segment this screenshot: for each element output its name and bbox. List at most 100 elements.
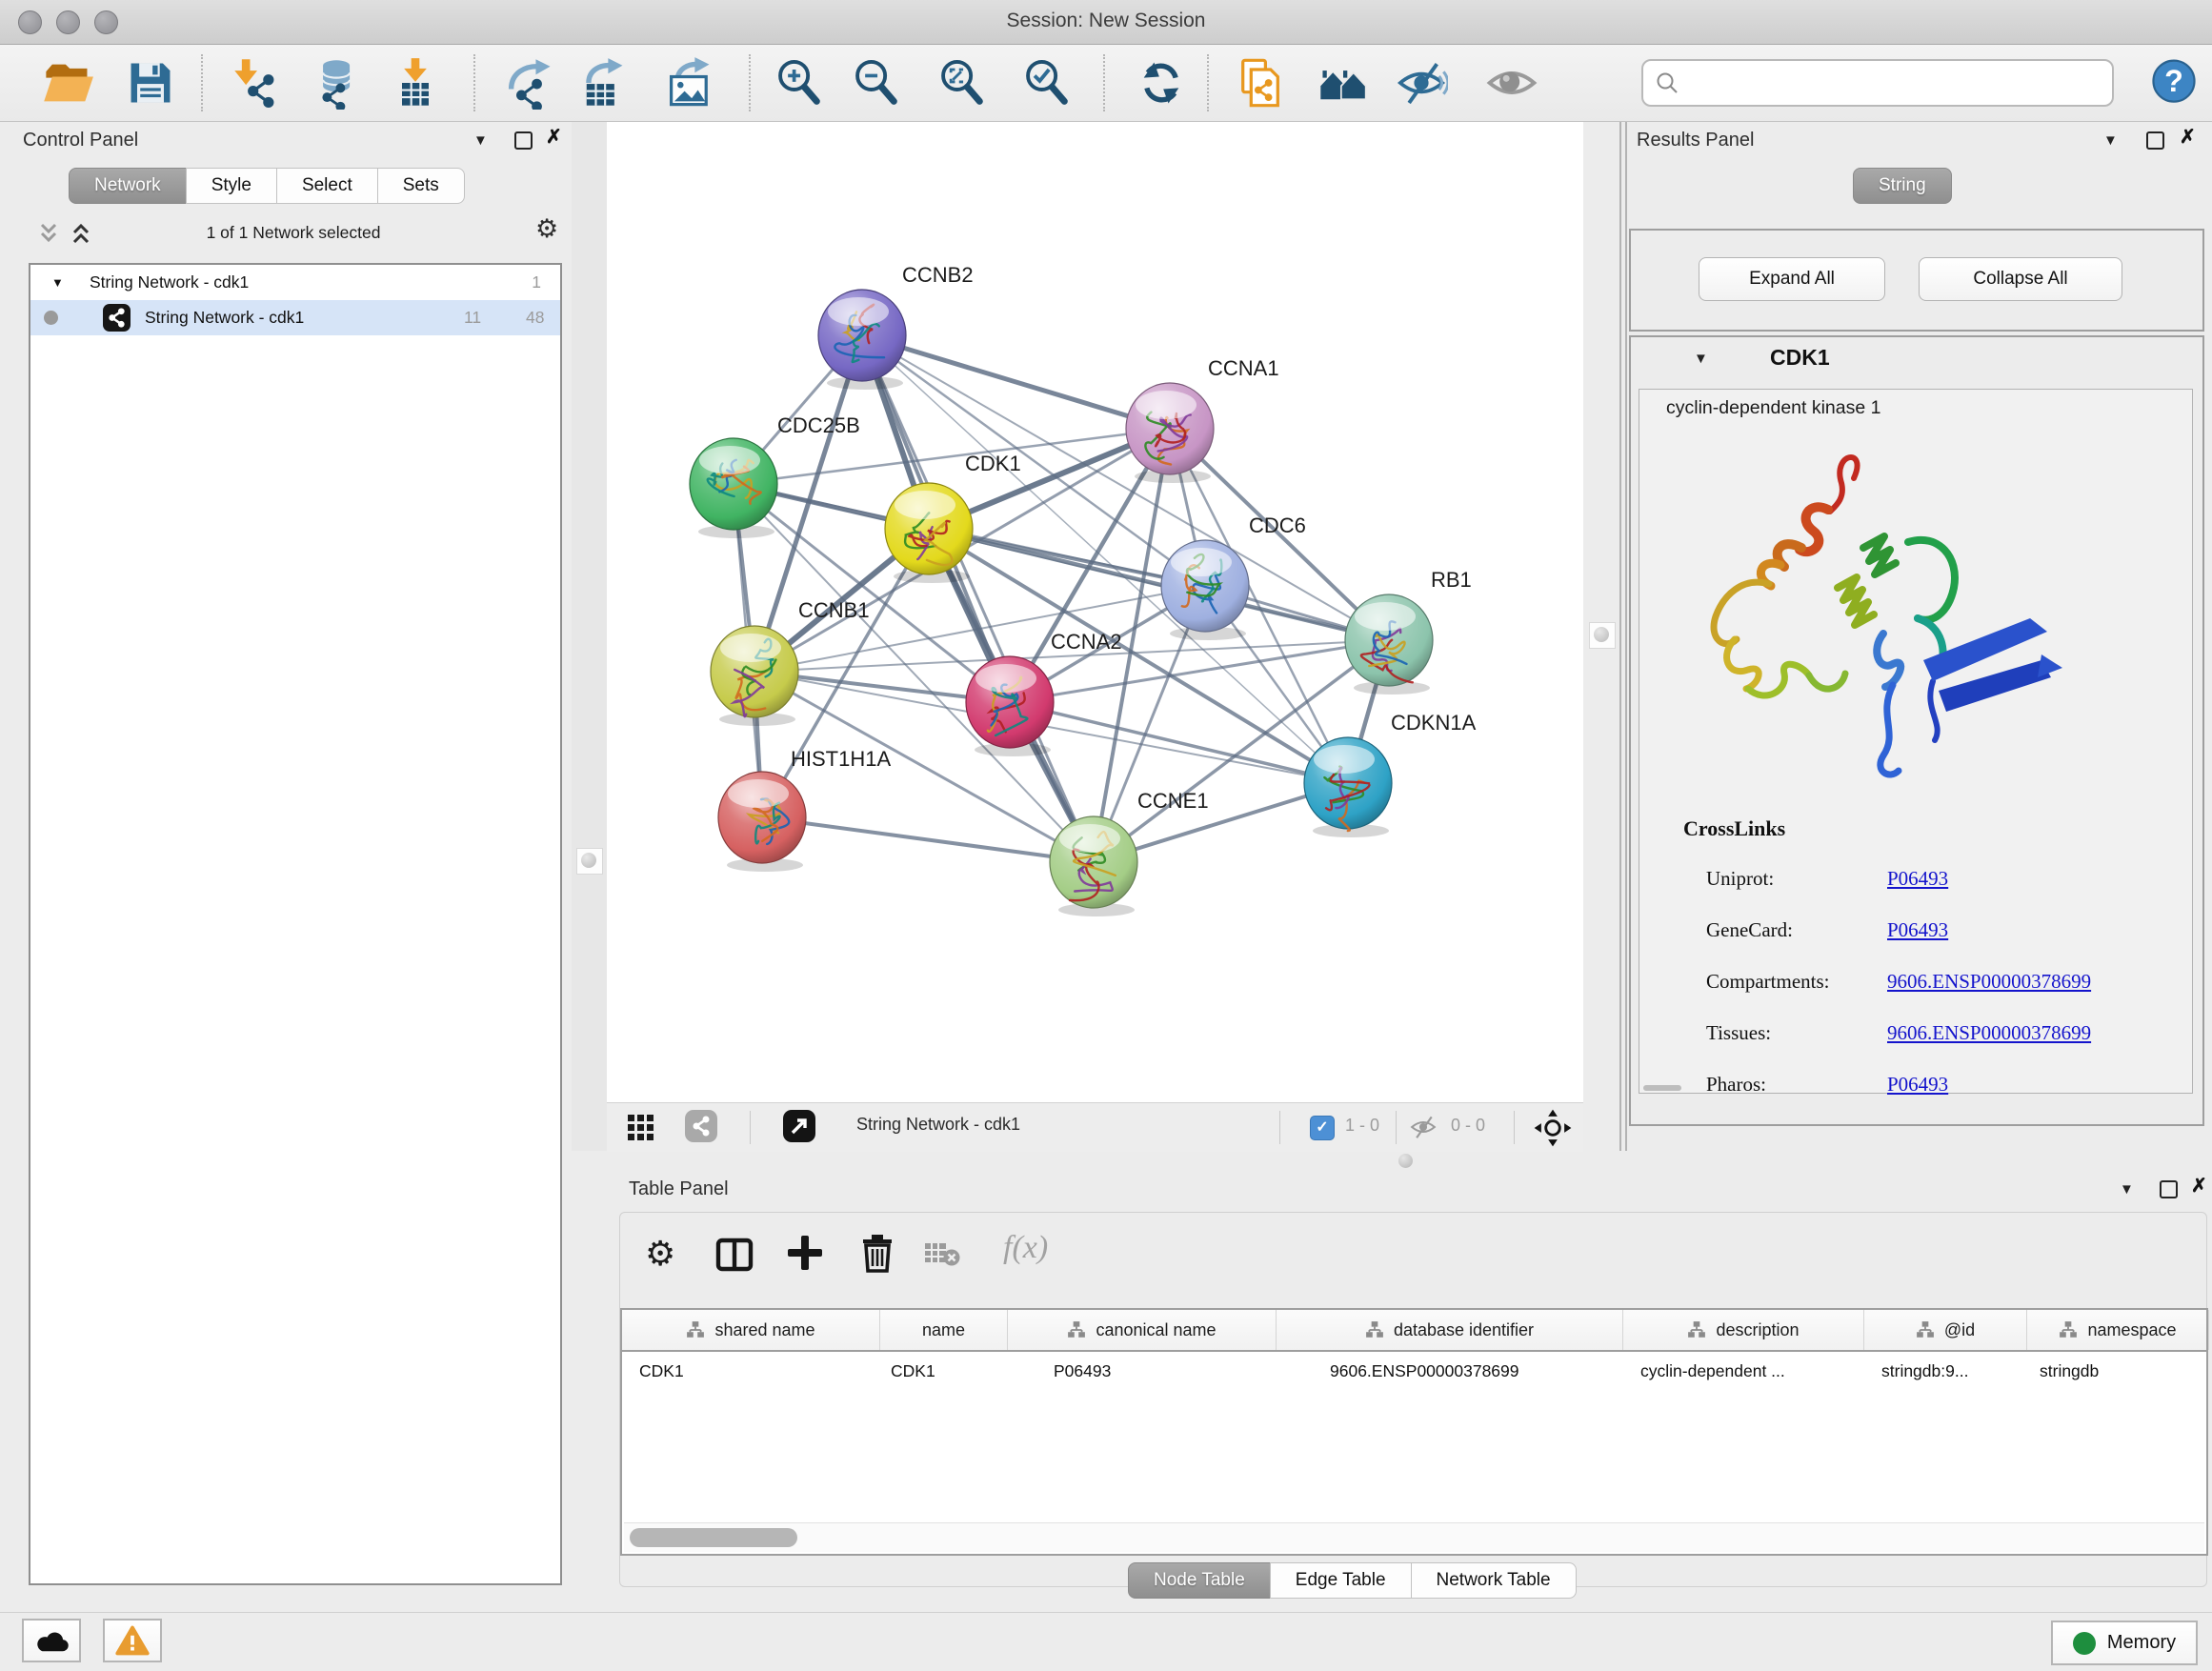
network-node-CCNB2[interactable]: CCNB2 [818,263,974,390]
tab-edge-table[interactable]: Edge Table [1270,1562,1412,1599]
left-splitter[interactable] [572,122,607,1151]
crosslink-value-link[interactable]: P06493 [1887,1073,1948,1096]
birds-eye-view-button[interactable] [1533,1108,1573,1153]
table-panel-maximize-button[interactable] [2160,1180,2178,1198]
collapse-all-networks-button[interactable] [36,219,61,252]
column-header-name[interactable]: name [880,1310,1008,1350]
network-view-canvas[interactable]: CCNB2CCNA1CDC25BCDK1CDC6RB1CCNB1CCNA2CDK… [607,122,1584,1102]
save-session-button[interactable] [124,56,177,110]
column-header-canonical-name[interactable]: canonical name [1008,1310,1277,1350]
string-network-graph[interactable]: CCNB2CCNA1CDC25BCDK1CDC6RB1CCNB1CCNA2CDK… [607,122,1583,1102]
export-network-button[interactable] [503,56,556,110]
tab-string[interactable]: String [1853,168,1952,204]
help-button[interactable]: ? [2147,52,2201,106]
crosslink-value-link[interactable]: P06493 [1887,867,1948,890]
table-hscrollbar[interactable] [624,1522,2204,1552]
expand-all-button[interactable]: Expand All [1699,257,1885,301]
network-node-CDK1[interactable]: CDK1 [885,452,1021,583]
network-row[interactable]: String Network - cdk1 11 48 [30,300,560,335]
results-hscrollbar-thumb[interactable] [1643,1085,1681,1091]
import-table-button[interactable] [389,56,442,110]
table-cell[interactable]: stringdb [2021,1352,2202,1390]
results-panel-maximize-button[interactable] [2146,131,2164,150]
column-header-namespace[interactable]: namespace [2027,1310,2209,1350]
grid-view-button[interactable] [626,1113,654,1146]
tab-node-table[interactable]: Node Table [1128,1562,1271,1599]
memory-button[interactable]: Memory [2051,1621,2198,1665]
collapse-all-button[interactable]: Collapse All [1919,257,2122,301]
expand-all-networks-button[interactable] [69,219,93,252]
show-graphics-button[interactable] [1485,56,1538,110]
network-node-CCNA1[interactable]: CCNA1 [1126,356,1279,483]
table-cell[interactable]: cyclin-dependent ... [1619,1352,1860,1390]
tab-network[interactable]: Network [69,168,187,204]
toolbar-search-field[interactable] [1641,59,2114,107]
zoom-fit-button[interactable] [935,56,989,110]
table-panel-close-button[interactable]: ✗ [2191,1178,2207,1194]
network-edge[interactable] [762,817,1094,862]
show-columns-button[interactable] [714,1234,755,1280]
crosslink-value-link[interactable]: P06493 [1887,918,1948,941]
network-node-CCNE1[interactable]: CCNE1 [1050,789,1209,916]
clone-network-button[interactable] [1234,56,1287,110]
network-node-CDC25B[interactable]: CDC25B [690,413,860,538]
network-collection-row[interactable]: ▼ String Network - cdk1 1 [30,265,560,300]
tab-style[interactable]: Style [186,168,277,204]
hide-unhide-button[interactable] [1395,56,1448,110]
zoom-selected-button[interactable] [1020,56,1074,110]
column-header-shared-name[interactable]: shared name [622,1310,880,1350]
network-edge[interactable] [862,335,1170,429]
network-node-CDC6[interactable]: CDC6 [1161,513,1306,640]
table-hscrollbar-thumb[interactable] [630,1528,797,1547]
delete-table-button-disabled[interactable] [923,1239,961,1273]
zoom-out-button[interactable] [850,56,903,110]
table-options-gear-icon[interactable]: ⚙ [645,1234,675,1274]
import-network-from-database-button[interactable] [309,56,362,110]
table-row[interactable]: CDK1CDK1P064939606.ENSP00000378699cyclin… [622,1352,2206,1390]
column-header-description[interactable]: description [1623,1310,1864,1350]
gene-collapse-triangle-icon[interactable]: ▼ [1694,351,1708,367]
left-splitter-handle[interactable] [576,848,603,875]
tab-sets[interactable]: Sets [377,168,465,204]
table-cell[interactable]: 9606.ENSP00000378699 [1274,1352,1619,1390]
open-in-browser-button[interactable] [783,1110,815,1142]
right-splitter-handle[interactable] [1589,622,1616,649]
results-panel-float-button[interactable]: ▼ [2103,133,2118,149]
column-header--id[interactable]: @id [1864,1310,2027,1350]
table-cell[interactable]: CDK1 [879,1352,1006,1390]
crosslink-value-link[interactable]: 9606.ENSP00000378699 [1887,970,2091,993]
control-panel-maximize-button[interactable] [514,131,533,150]
horizontal-splitter-handle[interactable] [1398,1154,1413,1168]
network-type-button[interactable] [685,1110,717,1142]
results-panel-close-button[interactable]: ✗ [2180,130,2196,145]
network-node-CDKN1A[interactable]: CDKN1A [1304,711,1477,837]
network-edge[interactable] [862,335,1094,862]
network-options-gear-icon[interactable]: ⚙ [535,214,558,244]
tab-select[interactable]: Select [276,168,378,204]
collection-expand-triangle-icon[interactable]: ▼ [51,265,64,300]
control-panel-close-button[interactable]: ✗ [546,130,562,145]
create-column-button[interactable] [784,1232,826,1278]
search-input[interactable] [1685,65,2099,99]
table-cell[interactable]: stringdb:9... [1860,1352,2021,1390]
tab-network-table[interactable]: Network Table [1411,1562,1577,1599]
refresh-view-button[interactable] [1135,56,1188,110]
table-cell[interactable]: P06493 [1006,1352,1274,1390]
table-cell[interactable]: CDK1 [622,1352,879,1390]
network-node-CCNB1[interactable]: CCNB1 [711,598,870,726]
home-string-button[interactable] [1317,56,1370,110]
crosslink-value-link[interactable]: 9606.ENSP00000378699 [1887,1021,2091,1044]
table-panel-float-button[interactable]: ▼ [2120,1182,2134,1198]
column-header-database-identifier[interactable]: database identifier [1277,1310,1623,1350]
cloud-status-button[interactable] [22,1619,81,1662]
network-node-HIST1H1A[interactable]: HIST1H1A [718,747,891,872]
delete-column-button[interactable] [856,1232,898,1278]
export-table-button[interactable] [576,56,630,110]
warnings-button[interactable] [103,1619,162,1662]
horizontal-splitter[interactable] [572,1152,2212,1169]
selected-checkbox-icon[interactable]: ✓ [1310,1116,1335,1140]
right-splitter[interactable] [1583,122,1621,1151]
export-image-button[interactable] [663,56,716,110]
function-builder-button-disabled[interactable]: f(x) [1003,1230,1048,1266]
zoom-in-button[interactable] [773,56,826,110]
